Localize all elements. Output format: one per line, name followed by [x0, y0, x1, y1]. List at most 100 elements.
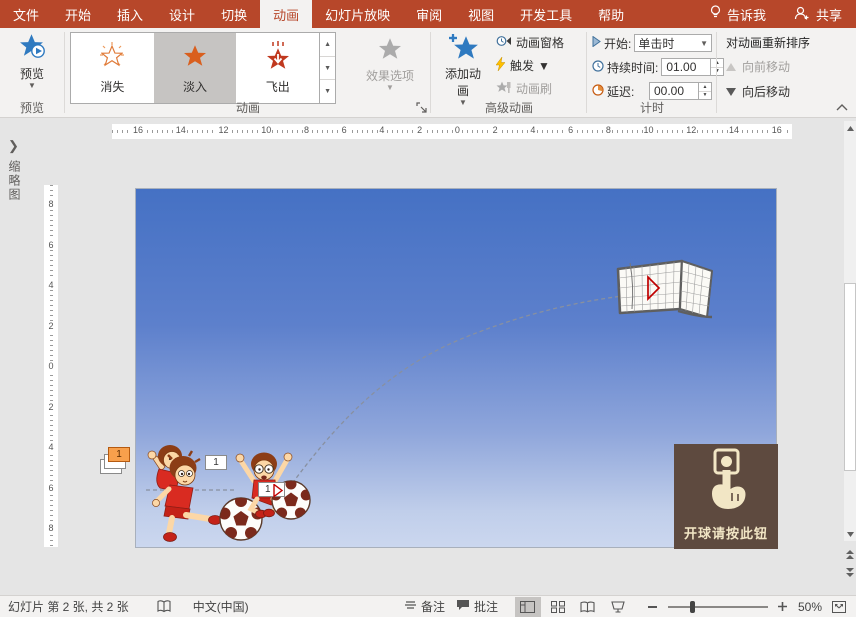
zoom-out-button[interactable]	[646, 597, 660, 617]
tab-view[interactable]: 视图	[455, 0, 507, 28]
ribbon-animations: 预览 ▼ 预览 消失	[0, 28, 856, 118]
gallery-scroll-up[interactable]: ▲	[320, 33, 335, 57]
previous-slide-button[interactable]	[844, 547, 856, 561]
gallery-scroll-down[interactable]: ▼	[320, 57, 335, 81]
delay-spinner[interactable]: ▲▼	[699, 82, 712, 100]
scroll-down-button[interactable]	[844, 527, 856, 541]
tab-help[interactable]: 帮助	[585, 0, 637, 28]
animation-pane-button[interactable]: 动画窗格	[494, 33, 566, 52]
tab-file[interactable]: 文件	[0, 0, 52, 28]
chevron-down-icon: ▼	[28, 83, 36, 88]
zoom-level-indicator[interactable]: 50%	[798, 600, 822, 614]
group-label-animation: 动画	[66, 99, 430, 116]
effect-options-star-icon	[376, 35, 404, 66]
zoom-slider[interactable]	[668, 606, 768, 608]
fade-star-icon	[180, 41, 210, 74]
animation-fade[interactable]: 淡入	[154, 33, 237, 103]
animation-fly-out[interactable]: 飞出	[236, 33, 319, 103]
vertical-ruler: 86 42 02 46 8	[44, 185, 58, 547]
start-dropdown[interactable]: 单击时 ▼	[634, 34, 712, 52]
tab-transitions[interactable]: 切换	[208, 0, 260, 28]
next-slide-button[interactable]	[844, 565, 856, 579]
powerpoint-window: 文件 开始 插入 设计 切换 动画 幻灯片放映 审阅 视图 开发工具 帮助 告诉…	[0, 0, 856, 617]
tab-developer[interactable]: 开发工具	[507, 0, 585, 28]
zoom-in-button[interactable]	[776, 597, 790, 617]
duration-input[interactable]: 01.00	[661, 58, 711, 76]
comments-button[interactable]: 批注	[456, 598, 498, 615]
tab-design[interactable]: 设计	[156, 0, 208, 28]
kickoff-button-label: 开球请按此钮	[684, 523, 768, 542]
reorder-animation-title: 对动画重新排序	[726, 34, 842, 51]
lightning-icon	[496, 57, 506, 74]
effect-options-button[interactable]: 效果选项 ▼	[354, 30, 426, 91]
tab-review[interactable]: 审阅	[403, 0, 455, 28]
status-bar: 幻灯片 第 2 张, 共 2 张 中文(中国) 备注 批注	[0, 595, 856, 617]
add-animation-star-icon	[448, 33, 478, 64]
goal-image	[618, 261, 712, 317]
triangle-down-icon	[726, 85, 736, 99]
preview-star-icon	[18, 33, 46, 64]
triangle-up-icon	[726, 60, 736, 74]
lightbulb-icon	[710, 5, 721, 23]
tab-slideshow[interactable]: 幻灯片放映	[312, 0, 403, 28]
chevron-down-icon: ▼	[700, 39, 708, 48]
duration-label: 持续时间:	[607, 59, 658, 76]
normal-view-button[interactable]	[515, 597, 541, 617]
reading-view-button[interactable]	[575, 597, 601, 617]
horizontal-ruler: 1614 1210 86 42 02 46 810 1214 16	[112, 124, 792, 139]
animation-painter-button[interactable]: 动画刷	[494, 79, 566, 98]
scroll-up-button[interactable]	[844, 121, 856, 135]
slide-sorter-view-button[interactable]	[545, 597, 571, 617]
fit-to-window-button[interactable]	[830, 597, 848, 617]
disappear-star-icon	[97, 41, 127, 74]
add-animation-button[interactable]: 添加动画 ▼	[434, 28, 492, 106]
tab-home[interactable]: 开始	[52, 0, 104, 28]
start-label: 开始:	[604, 35, 631, 52]
start-play-icon	[592, 36, 601, 50]
duration-clock-icon	[592, 60, 604, 75]
animation-badge-selected[interactable]: 1	[108, 447, 130, 462]
group-label-advanced-animation: 高级动画	[432, 99, 586, 116]
delay-input[interactable]: 00.00	[649, 82, 699, 100]
move-earlier-button[interactable]: 向前移动	[726, 58, 790, 75]
zoom-slider-thumb[interactable]	[690, 601, 695, 613]
notes-button[interactable]: 备注	[404, 598, 445, 615]
animation-disappear[interactable]: 消失	[71, 33, 154, 103]
animation-pane-icon	[496, 34, 512, 51]
thumbnails-pane-label: 缩略图	[6, 160, 23, 202]
animation-badge[interactable]: 1	[205, 455, 227, 470]
group-label-preview: 预览	[0, 99, 64, 116]
collapse-ribbon-button[interactable]	[836, 99, 848, 114]
fly-out-star-icon	[263, 41, 293, 74]
slide-number-indicator[interactable]: 幻灯片 第 2 张, 共 2 张	[8, 598, 129, 615]
animation-painter-icon	[496, 80, 512, 97]
vertical-scrollbar[interactable]	[844, 118, 856, 595]
tab-insert[interactable]: 插入	[104, 0, 156, 28]
share-person-icon	[794, 6, 810, 23]
gallery-scrollbar: ▲ ▼ ▼	[319, 33, 335, 103]
menu-bar: 文件 开始 插入 设计 切换 动画 幻灯片放映 审阅 视图 开发工具 帮助 告诉…	[0, 0, 856, 28]
group-label-timing: 计时	[588, 99, 716, 116]
path-start-marker	[273, 484, 283, 502]
slideshow-view-button[interactable]	[605, 597, 631, 617]
animation-dialog-launcher[interactable]	[416, 102, 428, 114]
slide-canvas[interactable]: 1 1 1 开球请按此钮	[135, 188, 777, 548]
share-button[interactable]: 共享	[780, 0, 856, 28]
preview-button[interactable]: 预览 ▼	[3, 28, 61, 89]
notes-icon	[404, 600, 417, 614]
animation-gallery: 消失 淡入	[70, 32, 336, 104]
kickoff-trigger-button[interactable]: 开球请按此钮	[674, 444, 778, 549]
delay-label: 延迟:	[607, 83, 634, 100]
trigger-button[interactable]: 触发 ▼	[494, 56, 566, 75]
tell-me[interactable]: 告诉我	[696, 0, 780, 28]
chevron-down-icon: ▼	[538, 59, 550, 73]
delay-clock-icon	[592, 84, 604, 99]
move-later-button[interactable]: 向后移动	[726, 83, 790, 100]
expand-thumbnails-button[interactable]: ❯	[8, 138, 19, 154]
tab-animations[interactable]: 动画	[260, 0, 312, 28]
language-indicator[interactable]: 中文(中国)	[193, 598, 249, 615]
spellcheck-icon[interactable]	[157, 600, 171, 613]
scroll-thumb[interactable]	[844, 283, 856, 471]
workspace: ❯ 缩略图 1614 1210 86 42 02 46 810 1214 16 …	[0, 118, 856, 595]
animation-badge-path-start[interactable]: 1	[258, 482, 285, 497]
